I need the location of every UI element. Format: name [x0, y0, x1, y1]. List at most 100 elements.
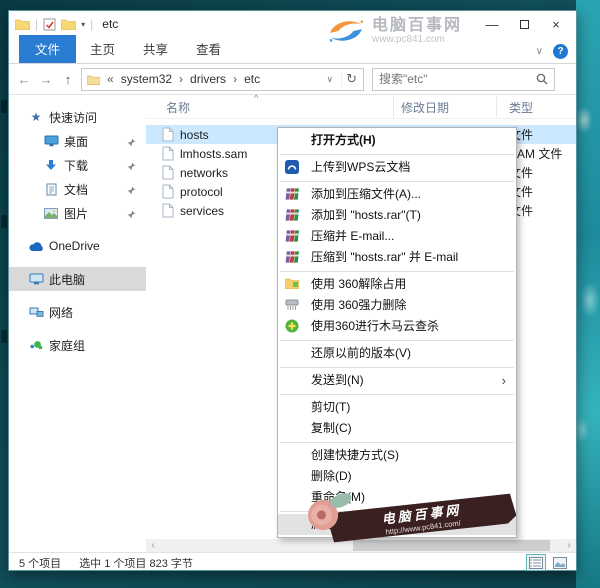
shredder-icon — [285, 298, 299, 311]
star-icon: ★ — [27, 110, 45, 124]
sidebar-item-documents[interactable]: 文档 — [9, 177, 146, 201]
wps-cloud-icon — [285, 160, 299, 174]
sidebar-item-quick-access[interactable]: ★ 快速访问 — [9, 105, 146, 129]
pin-icon — [127, 184, 136, 198]
menu-item-label: 重命名(M) — [311, 490, 365, 504]
document-icon — [42, 183, 60, 196]
up-button[interactable]: ↑ — [59, 72, 77, 87]
menu-item-add-to-archive[interactable]: 添加到压缩文件(A)... — [278, 184, 516, 205]
expand-ribbon-icon[interactable]: ∨ — [536, 46, 543, 57]
breadcrumb-system32[interactable]: system32 — [121, 72, 172, 86]
menu-item-add-to-hosts-rar[interactable]: 添加到 "hosts.rar"(T) — [278, 205, 516, 226]
sidebar-item-network[interactable]: 网络 — [9, 300, 146, 324]
menu-item-360-unlock[interactable]: 使用 360解除占用 — [278, 274, 516, 295]
winrar-icon — [285, 208, 300, 222]
sidebar-item-label: 图片 — [64, 205, 88, 222]
help-button[interactable]: ? — [553, 44, 568, 59]
tab-view[interactable]: 查看 — [182, 35, 235, 63]
menu-item-compress-to-rar-email[interactable]: 压缩到 "hosts.rar" 并 E-mail — [278, 247, 516, 268]
details-view-button[interactable] — [526, 554, 546, 571]
scrollbar-track[interactable] — [160, 539, 562, 552]
items-count: 5 个项目 — [19, 555, 61, 571]
column-divider[interactable] — [496, 97, 497, 117]
file-name: protocol — [180, 185, 223, 199]
menu-item-open-with[interactable]: 打开方式(H) — [278, 130, 516, 151]
sidebar-item-onedrive[interactable]: OneDrive — [9, 234, 146, 258]
thumbnail-view-button[interactable] — [550, 554, 570, 571]
window-title: etc — [102, 17, 118, 31]
breadcrumb-separator: › — [176, 72, 186, 86]
file-icon — [162, 203, 174, 218]
scroll-left-icon[interactable]: ‹ — [146, 540, 160, 551]
column-header-type[interactable]: 类型 — [509, 99, 533, 116]
menu-item-rename[interactable]: 重命名(M) — [278, 487, 516, 508]
sidebar-item-this-pc[interactable]: 此电脑 — [9, 267, 146, 291]
menu-item-upload-wps[interactable]: 上传到WPS云文档 — [278, 157, 516, 178]
minimize-button[interactable]: — — [476, 11, 508, 37]
breadcrumb-etc[interactable]: etc — [244, 72, 260, 86]
sort-ascending-icon: ^ — [254, 93, 258, 103]
breadcrumb-drivers[interactable]: drivers — [190, 72, 226, 86]
search-icon[interactable] — [536, 73, 548, 85]
pin-icon — [127, 208, 136, 222]
computer-icon — [27, 273, 45, 285]
sidebar-item-label: 下载 — [64, 157, 88, 174]
menu-item-label: 打开方式(H) — [311, 133, 376, 147]
search-input[interactable] — [379, 72, 536, 86]
column-header-date[interactable]: 修改日期 — [401, 99, 449, 116]
desktop-wallpaper — [576, 0, 600, 588]
menu-item-label: 使用 360强力删除 — [311, 298, 406, 312]
sidebar-item-label: 家庭组 — [49, 337, 85, 354]
menu-item-label: 剪切(T) — [311, 400, 350, 414]
sidebar-item-label: 桌面 — [64, 133, 88, 150]
back-button[interactable]: ← — [15, 72, 33, 87]
menu-item-create-shortcut[interactable]: 创建快捷方式(S) — [278, 445, 516, 466]
titlebar: | ▾ | etc 电脑百事网 www.pc841.com — × — [9, 11, 576, 37]
forward-button[interactable]: → — [37, 72, 55, 87]
menu-item-delete[interactable]: 删除(D) — [278, 466, 516, 487]
submenu-arrow-icon: › — [502, 370, 506, 391]
sidebar-item-desktop[interactable]: 桌面 — [9, 129, 146, 153]
sidebar-item-label: 快速访问 — [49, 109, 97, 126]
menu-item-label: 创建快捷方式(S) — [311, 448, 399, 462]
scrollbar-thumb[interactable] — [353, 540, 550, 551]
menu-item-copy[interactable]: 复制(C) — [278, 418, 516, 439]
menu-item-properties[interactable]: 属性(R) — [278, 514, 516, 535]
horizontal-scrollbar[interactable]: ‹ › — [146, 539, 576, 552]
tab-share[interactable]: 共享 — [129, 35, 182, 63]
column-header-name[interactable]: 名称 — [166, 99, 190, 116]
menu-item-label: 发送到(N) — [311, 373, 364, 387]
desktop-icon — [1, 100, 7, 113]
status-bar: 5 个项目 选中 1 个项目 823 字节 — [9, 552, 576, 572]
sidebar-item-pictures[interactable]: 图片 — [9, 201, 146, 225]
address-bar[interactable]: « system32 › drivers › etc ∨ ↻ — [81, 68, 364, 91]
address-dropdown-icon[interactable]: ∨ — [323, 74, 338, 85]
menu-item-cut[interactable]: 剪切(T) — [278, 397, 516, 418]
properties-qat-icon[interactable] — [43, 18, 56, 31]
qat-customize-dropdown-icon[interactable]: ▾ — [81, 20, 85, 29]
sidebar-item-downloads[interactable]: 下载 — [9, 153, 146, 177]
tab-home[interactable]: 主页 — [76, 35, 129, 63]
menu-item-label: 属性(R) — [311, 517, 352, 531]
desktop-icon — [42, 135, 60, 147]
tab-file[interactable]: 文件 — [19, 35, 76, 63]
refresh-icon[interactable]: ↻ — [341, 71, 361, 87]
menu-item-send-to[interactable]: 发送到(N) › — [278, 370, 516, 391]
folder-360-icon — [285, 277, 299, 289]
maximize-button[interactable] — [508, 11, 540, 37]
column-divider[interactable] — [393, 97, 394, 117]
sidebar-item-homegroup[interactable]: 家庭组 — [9, 333, 146, 357]
menu-item-360-force-delete[interactable]: 使用 360强力删除 — [278, 295, 516, 316]
scroll-right-icon[interactable]: › — [562, 540, 576, 551]
menu-item-label: 使用360进行木马云查杀 — [311, 319, 439, 333]
file-name: hosts — [180, 128, 209, 142]
window-controls: — × — [476, 11, 572, 37]
menu-item-compress-email[interactable]: 压缩并 E-mail... — [278, 226, 516, 247]
menu-item-360-trojan-scan[interactable]: 使用360进行木马云查杀 — [278, 316, 516, 337]
download-icon — [42, 159, 60, 171]
new-folder-qat-icon[interactable] — [61, 18, 76, 30]
menu-item-label: 上传到WPS云文档 — [311, 160, 410, 174]
file-type: SAM 文件 — [509, 145, 562, 162]
close-button[interactable]: × — [540, 11, 572, 37]
menu-item-restore-versions[interactable]: 还原以前的版本(V) — [278, 343, 516, 364]
